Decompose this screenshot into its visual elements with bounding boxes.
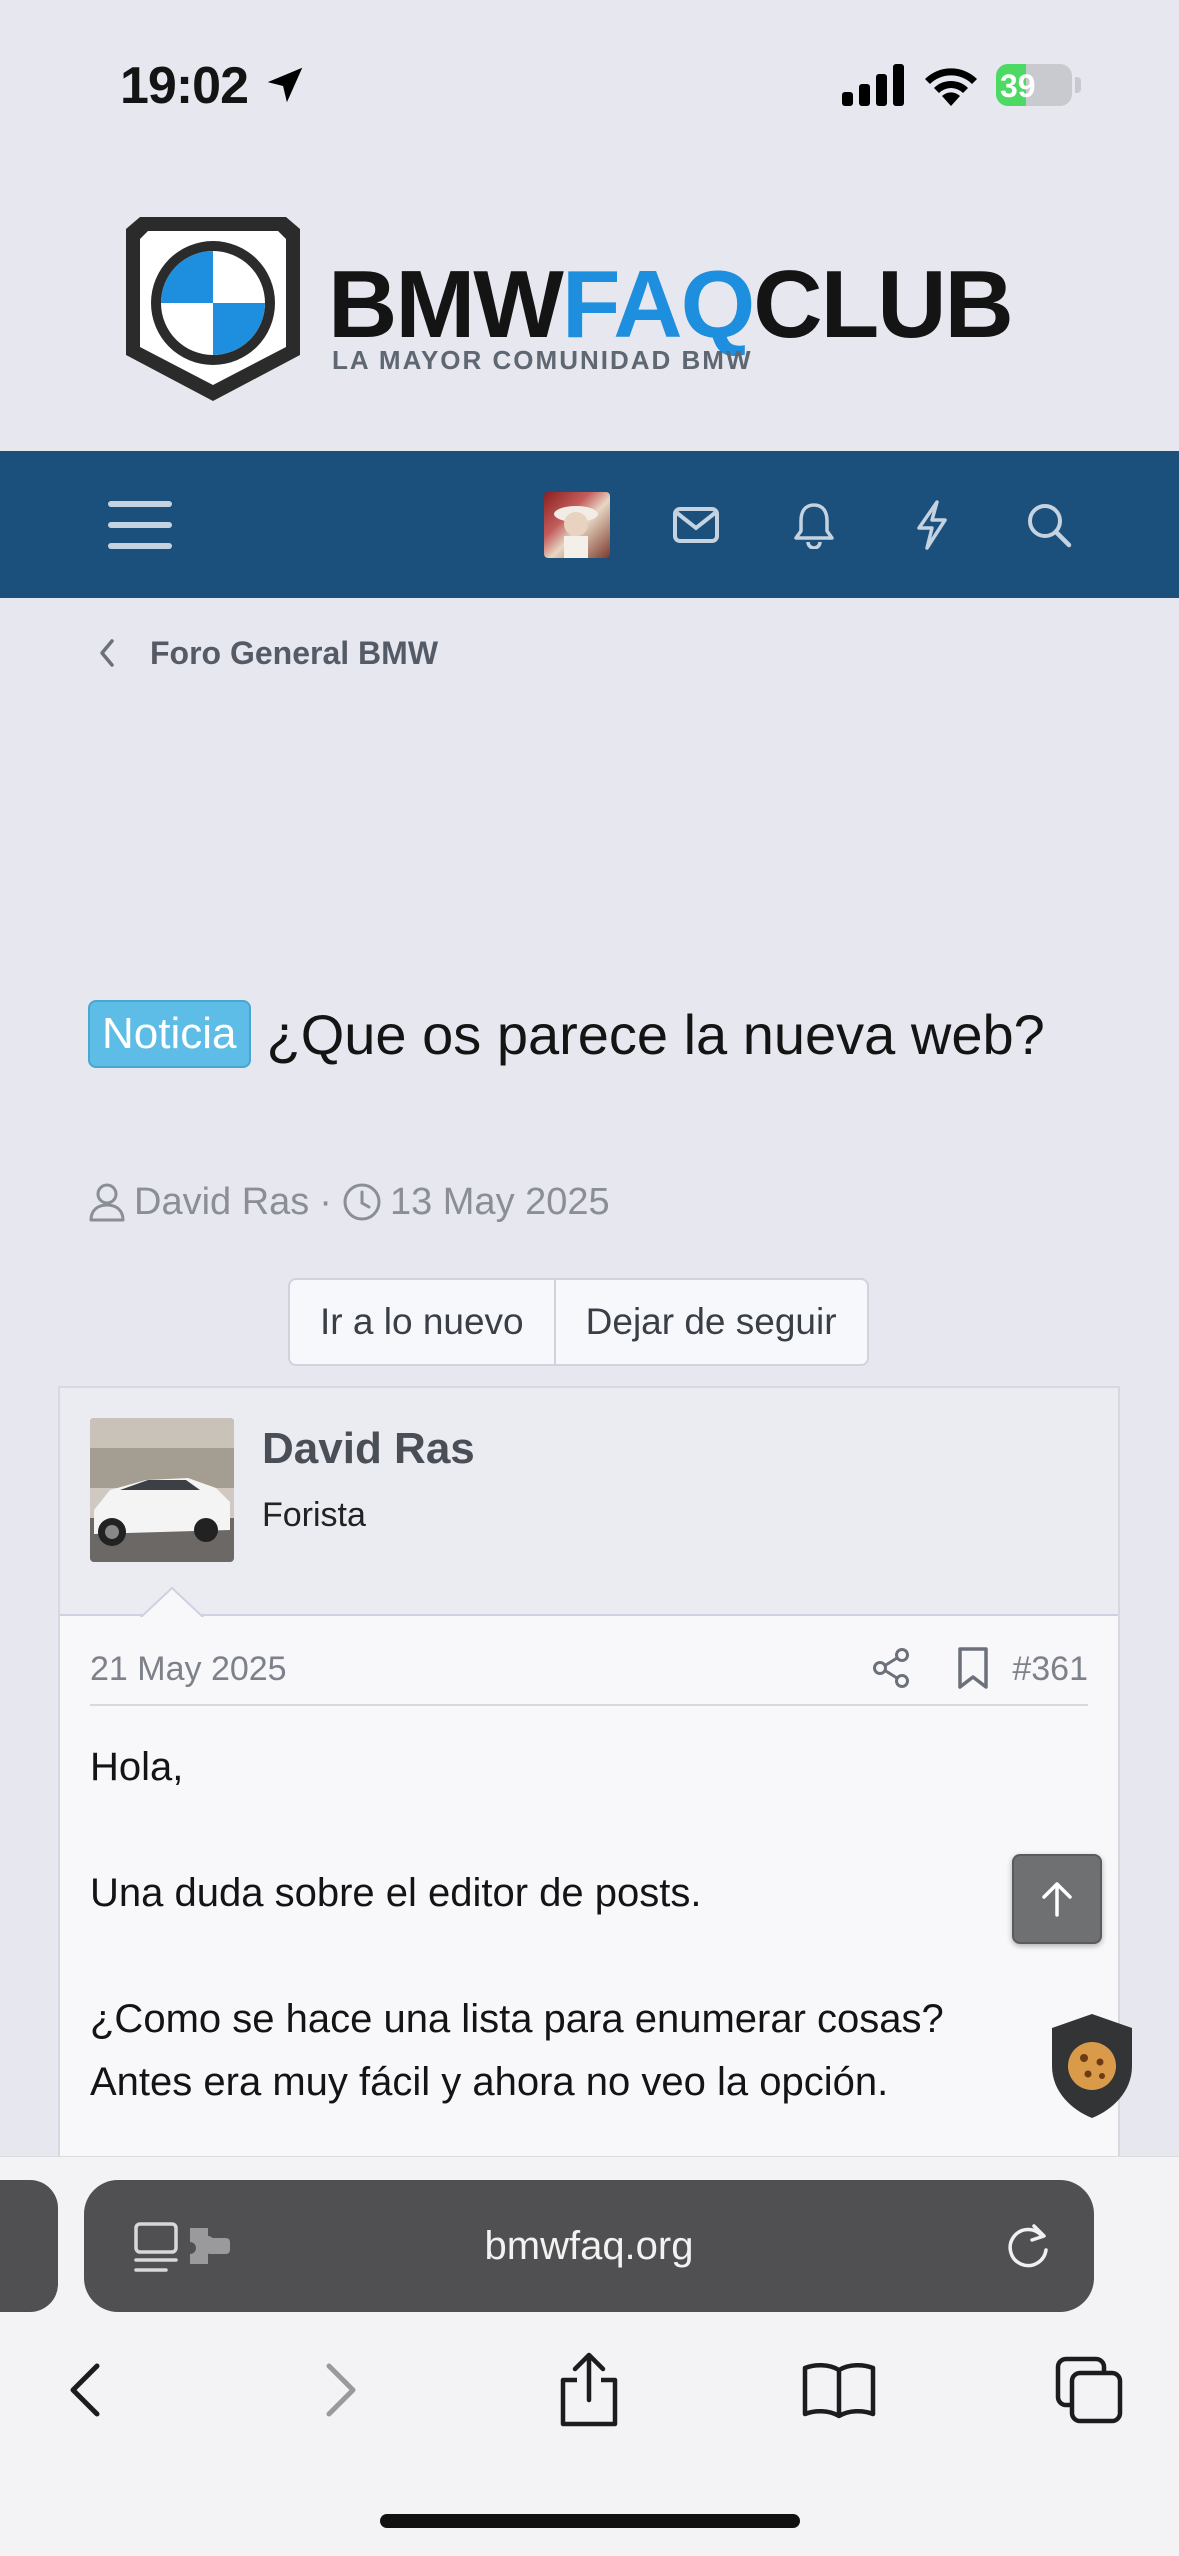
battery-level: 39 [1000,68,1036,104]
breadcrumb[interactable]: Foro General BMW [92,628,438,678]
post-line [90,1925,1090,1988]
wifi-icon [925,68,977,106]
whats-new-button[interactable] [900,451,964,598]
scroll-to-top-button[interactable] [1012,1854,1102,1944]
post-line: Una duda sobre el editor de posts. [90,1871,702,1915]
breadcrumb-label[interactable]: Foro General BMW [150,635,438,672]
chevron-right-icon [326,2363,356,2417]
logo-tagline: LA MAYOR COMUNIDAD BMW [332,345,753,375]
status-time: 19:02 [120,57,249,115]
post-user-info: David Ras Forista [60,1388,1118,1620]
nav-bar [0,451,1179,598]
book-icon [802,2363,876,2419]
bolt-icon [917,499,947,550]
tabs-button[interactable] [1044,2350,1134,2430]
share-icon[interactable] [870,1646,914,1690]
search-icon [1028,503,1072,547]
thread-title-text: ¿Que os parece la nueva web? [266,1003,1045,1066]
bell-icon [794,502,834,549]
home-indicator [380,2514,800,2528]
hamburger-menu-button[interactable] [100,451,180,598]
post-line: Antes era muy fácil y ahora no veo la op… [90,2060,889,2104]
site-logo[interactable]: BMWFAQCLUB LA MAYOR COMUNIDAD BMW [120,205,1020,405]
previous-tab-peek[interactable] [0,2180,58,2312]
post-author-avatar[interactable] [90,1418,234,1562]
bmw-shield-logo-icon [126,217,300,401]
chevron-left-icon [100,639,114,667]
thread-author[interactable]: David Ras [134,1181,309,1224]
user-block-arrow [140,1586,204,1620]
post-date[interactable]: 21 May 2025 [90,1650,287,1689]
thread-actions: Ir a lo nuevo Dejar de seguir [288,1278,869,1366]
url-text[interactable]: bmwfaq.org [84,2180,1094,2312]
post-number[interactable]: #361 [1012,1650,1088,1689]
account-avatar-button[interactable] [542,451,612,598]
tabs-icon [1055,2356,1123,2424]
post-line: Hola, [90,1745,184,1789]
post-header: 21 May 2025 #361 [90,1638,1088,1706]
post-body: Hola, Una duda sobre el editor de posts.… [90,1736,1090,2114]
clock-icon [343,1183,381,1221]
user-avatar [544,491,610,558]
thread-meta: David Ras · 13 May 2025 [88,1172,610,1232]
user-icon [89,1183,125,1222]
share-icon [560,2352,618,2427]
post-author-title: Forista [262,1496,366,1534]
cookie-consent-icon[interactable] [1046,2010,1138,2122]
cellular-signal-icon [842,64,904,106]
inbox-button[interactable] [664,451,728,598]
post-line [90,1799,1090,1862]
arrow-up-icon [1042,1882,1072,1917]
reload-icon[interactable] [1002,2220,1054,2272]
unfollow-button[interactable]: Dejar de seguir [553,1280,867,1364]
mail-icon [673,506,719,543]
share-button[interactable] [544,2350,634,2430]
thread-title: Noticia ¿Que os parece la nueva web? [88,992,1098,1078]
forward-button[interactable] [296,2350,386,2430]
logo-wordmark: BMWFAQCLUB [328,251,1014,358]
status-bar: 19:02 39 [0,0,1179,150]
alerts-button[interactable] [782,451,846,598]
bookmarks-button[interactable] [794,2350,884,2430]
bookmark-icon[interactable] [954,1646,992,1690]
post: David Ras Forista 21 May 2025 #361 Hola,… [58,1386,1120,2156]
post-author-name[interactable]: David Ras [262,1424,475,1474]
battery-indicator: 39 [996,64,1082,106]
thread-start-date[interactable]: 13 May 2025 [390,1181,610,1224]
chevron-left-icon [70,2363,100,2417]
search-button[interactable] [1014,451,1084,598]
address-bar[interactable]: bmwfaq.org [84,2180,1094,2312]
thread-prefix-badge[interactable]: Noticia [88,1000,251,1068]
post-line: ¿Como se hace una lista para enumerar co… [90,1997,944,2041]
hamburger-menu-icon [108,500,172,549]
location-arrow-icon [267,67,303,103]
go-to-new-button[interactable]: Ir a lo nuevo [290,1280,554,1364]
back-button[interactable] [40,2350,130,2430]
meta-separator: · [319,1180,332,1223]
